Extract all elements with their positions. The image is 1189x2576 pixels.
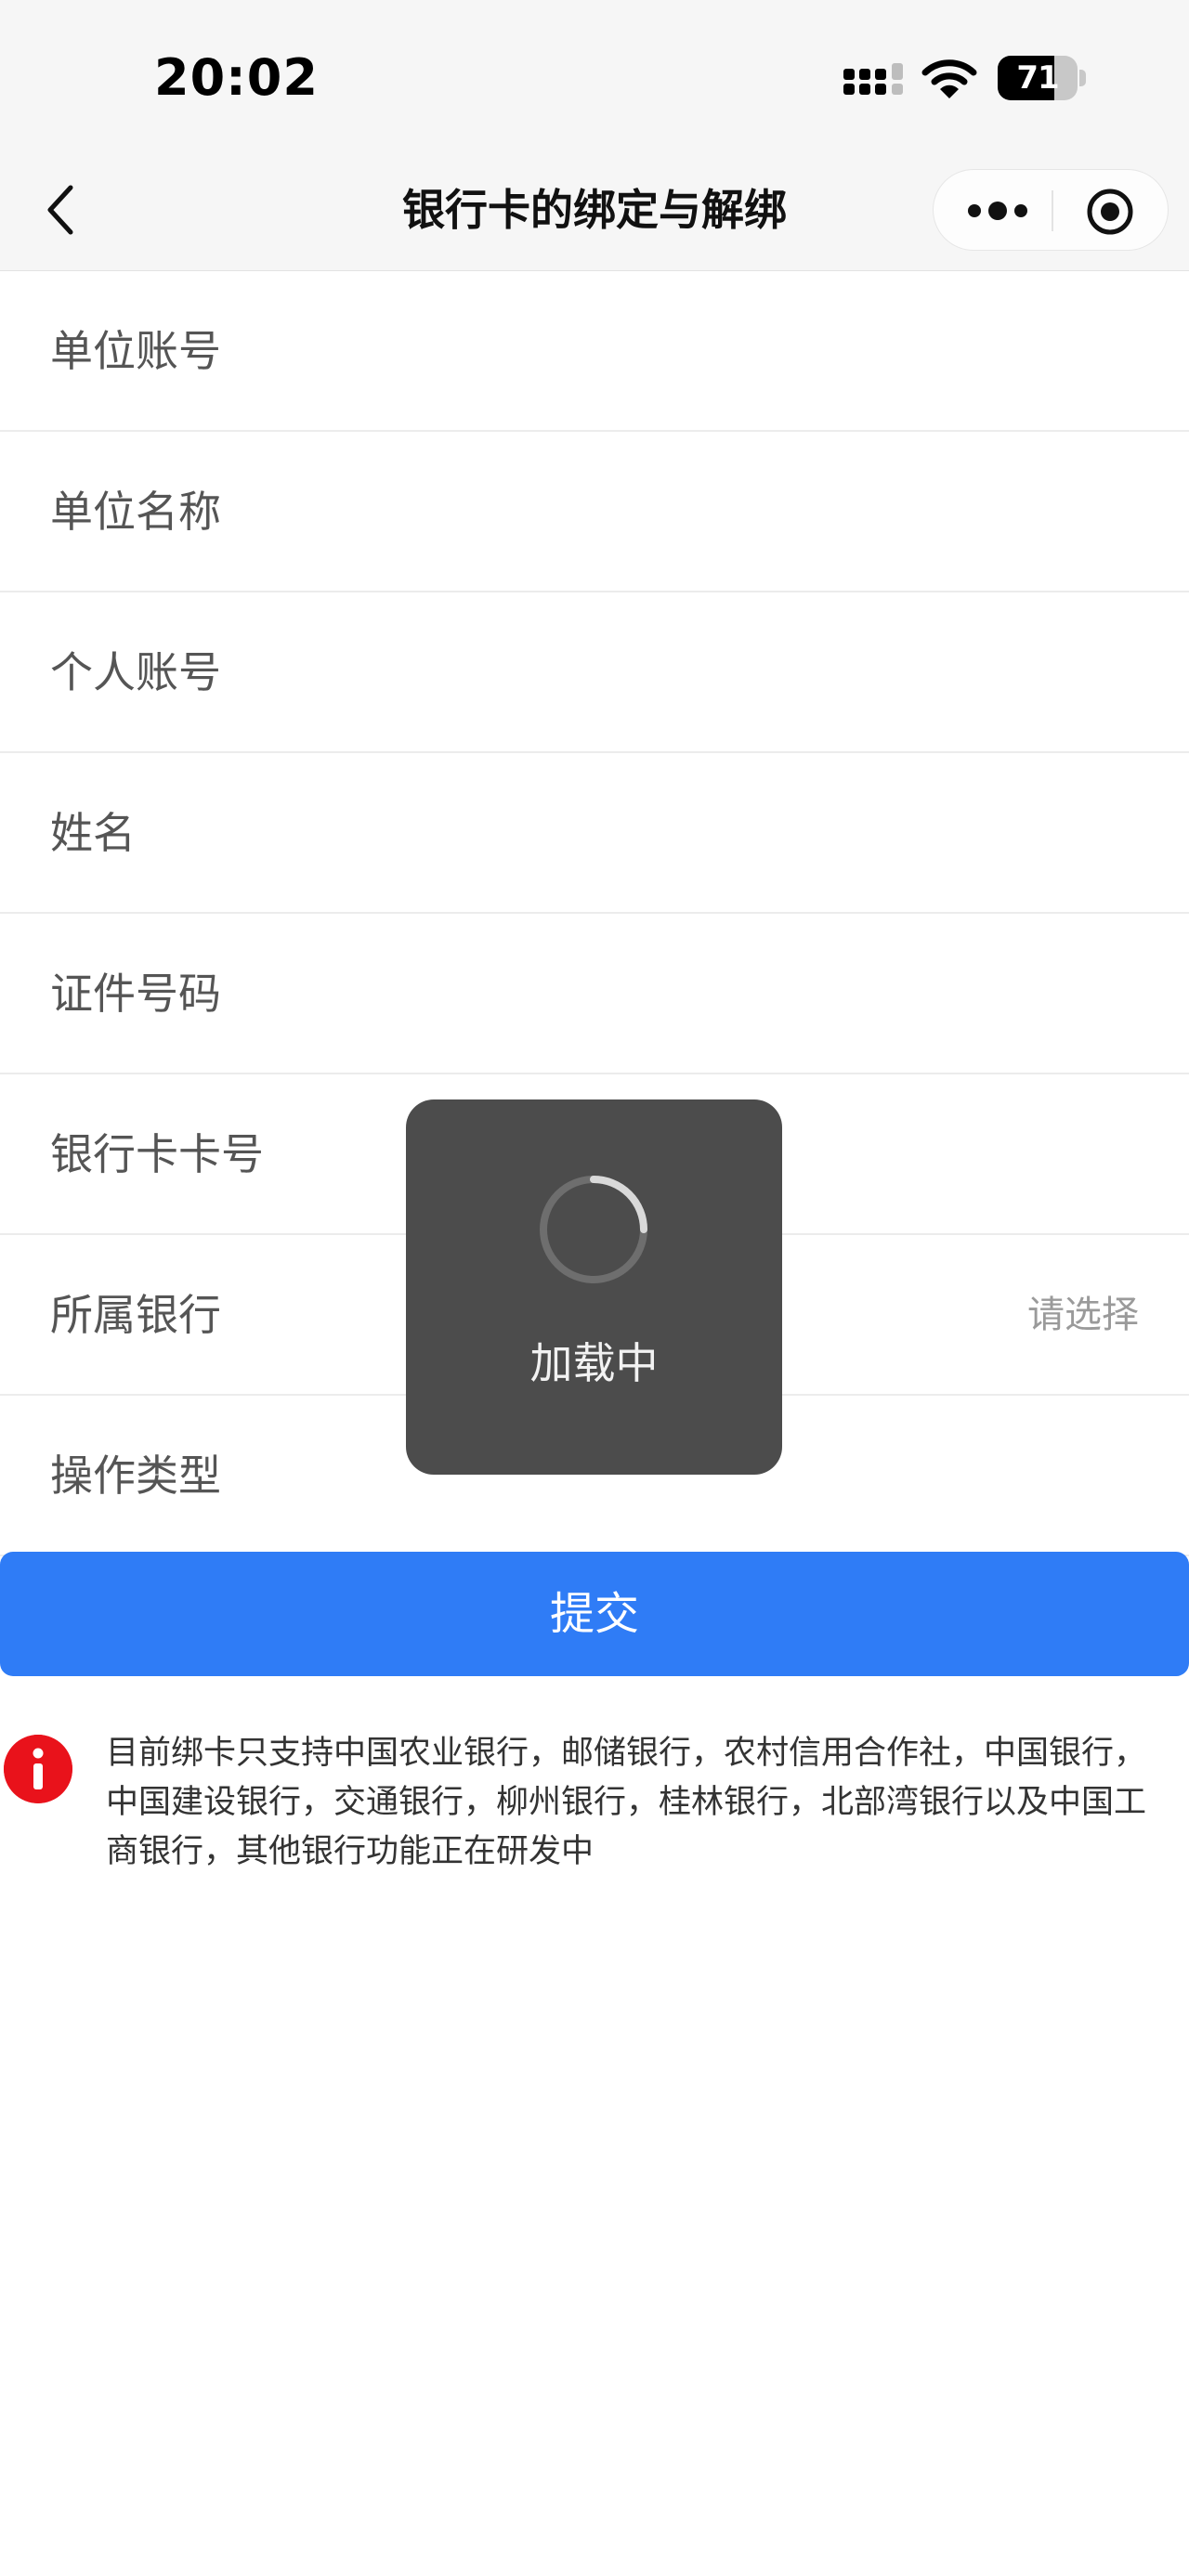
loading-toast: 加载中 (406, 1099, 782, 1475)
signal-icon (843, 63, 903, 95)
battery-level: 71 (1016, 59, 1059, 97)
field-unit-account[interactable]: 单位账号 (0, 271, 1189, 432)
field-id-number[interactable]: 证件号码 (0, 914, 1189, 1074)
status-bar: 20:02 71 (0, 0, 1189, 149)
field-label: 所属银行 (50, 1290, 221, 1340)
field-label: 银行卡卡号 (50, 1129, 264, 1179)
field-label: 单位账号 (50, 326, 221, 376)
wifi-icon (921, 59, 977, 98)
field-label: 操作类型 (50, 1451, 221, 1501)
field-label: 姓名 (50, 808, 136, 858)
battery-icon: 71 (998, 56, 1087, 100)
field-label: 证件号码 (50, 969, 221, 1019)
status-time: 20:02 (154, 48, 319, 107)
loading-spinner-icon (540, 1176, 647, 1283)
miniprogram-close-icon[interactable] (1086, 188, 1134, 236)
field-personal-account[interactable]: 个人账号 (0, 592, 1189, 753)
miniprogram-capsule (933, 169, 1169, 251)
notice-text: 目前绑卡只支持中国农业银行，邮储银行，农村信用合作社，中国银行，中国建设银行，交… (106, 1735, 1147, 1870)
field-label: 个人账号 (50, 647, 221, 697)
capsule-divider (1052, 190, 1053, 231)
field-label: 单位名称 (50, 487, 221, 537)
loading-text: 加载中 (529, 1338, 659, 1388)
submit-button[interactable]: 提交 (0, 1552, 1189, 1676)
bank-select-placeholder[interactable]: 请选择 (1027, 1235, 1139, 1396)
field-unit-name[interactable]: 单位名称 (0, 432, 1189, 592)
more-dots-icon[interactable] (965, 192, 1030, 229)
page: 20:02 71 银行卡的绑定与解绑 单位账号 单位名称 个人账号 姓名 证件号… (0, 0, 1189, 2576)
field-name[interactable]: 姓名 (0, 753, 1189, 914)
nav-bar: 银行卡的绑定与解绑 (0, 149, 1189, 271)
info-alert-icon (4, 1735, 72, 1803)
back-chevron-icon[interactable] (37, 180, 84, 240)
